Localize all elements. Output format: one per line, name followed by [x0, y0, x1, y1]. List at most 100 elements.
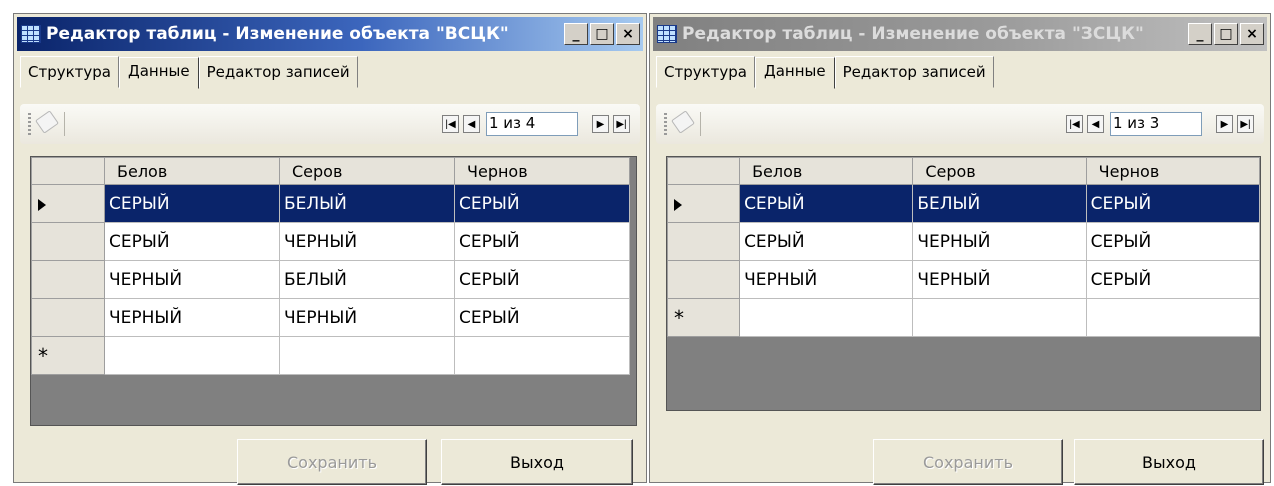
toolbar-grip[interactable] [28, 113, 31, 135]
next-record-button[interactable]: ▶ [592, 115, 609, 133]
row-header[interactable] [31, 260, 105, 299]
grid-cell[interactable]: ЧЕРНЫЙ [104, 298, 280, 337]
next-record-button[interactable]: ▶ [1216, 115, 1233, 133]
tab-strip: Структура Данные Редактор записей [656, 56, 994, 89]
toolbar-grip[interactable] [664, 113, 667, 135]
table-row[interactable]: СЕРЫЙ БЕЛЫЙ СЕРЫЙ [31, 184, 630, 223]
row-header[interactable] [667, 260, 741, 299]
grid-cell[interactable]: ЧЕРНЫЙ [912, 222, 1087, 261]
current-row-icon [38, 198, 46, 211]
close-button[interactable]: × [616, 23, 640, 45]
record-position-input[interactable]: 1 из 4 [486, 112, 578, 136]
grid-cell[interactable]: СЕРЫЙ [104, 222, 280, 261]
save-button[interactable]: Сохранить [873, 439, 1063, 485]
new-row[interactable]: * [667, 298, 1260, 337]
tab-record-editor[interactable]: Редактор записей [198, 56, 358, 88]
row-header[interactable] [31, 184, 105, 223]
tab-structure[interactable]: Структура [656, 56, 755, 88]
title-bar[interactable]: Редактор таблиц - Изменение объекта "ВСЦ… [17, 17, 643, 51]
table-editor-window-vsck: Редактор таблиц - Изменение объекта "ВСЦ… [13, 13, 647, 485]
title-bar[interactable]: Редактор таблиц - Изменение объекта "ЗСЦ… [653, 17, 1267, 51]
row-header[interactable] [31, 222, 105, 261]
grid-cell[interactable]: БЕЛЫЙ [279, 184, 455, 223]
grid-cell[interactable]: СЕРЫЙ [454, 298, 630, 337]
grid-cell[interactable] [912, 298, 1087, 337]
table-row[interactable]: ЧЕРНЫЙ ЧЕРНЫЙ СЕРЫЙ [31, 298, 630, 337]
close-button[interactable]: × [1240, 23, 1264, 45]
table-row[interactable]: ЧЕРНЫЙ БЕЛЫЙ СЕРЫЙ [31, 260, 630, 299]
toolbar-separator [700, 112, 701, 136]
grid-cell[interactable]: ЧЕРНЫЙ [279, 222, 455, 261]
data-grid[interactable]: Белов Серов Чернов СЕРЫЙ БЕЛЫЙ СЕРЫЙ СЕР… [30, 156, 637, 426]
minimize-button[interactable]: _ [1188, 23, 1212, 45]
exit-button[interactable]: Выход [441, 439, 633, 485]
minimize-button[interactable]: _ [564, 23, 588, 45]
corner-header [667, 157, 741, 185]
tab-record-editor[interactable]: Редактор записей [834, 56, 994, 88]
prev-record-button[interactable]: ◀ [1087, 115, 1104, 133]
grid-cell[interactable]: СЕРЫЙ [1085, 260, 1260, 299]
grid-cell[interactable]: СЕРЫЙ [104, 184, 280, 223]
grid-cell[interactable]: ЧЕРНЫЙ [739, 260, 914, 299]
tab-structure[interactable]: Структура [20, 56, 119, 88]
table-editor-window-zsck: Редактор таблиц - Изменение объекта "ЗСЦ… [649, 13, 1271, 485]
column-header-belov[interactable]: Белов [739, 157, 914, 185]
grid-cell[interactable]: СЕРЫЙ [454, 184, 630, 223]
first-record-button[interactable]: |◀ [1066, 115, 1083, 133]
grid-cell[interactable]: СЕРЫЙ [454, 260, 630, 299]
column-header-belov[interactable]: Белов [104, 157, 280, 185]
grid-cell[interactable]: ЧЕРНЫЙ [912, 260, 1087, 299]
row-header[interactable] [667, 222, 741, 261]
grid-cell[interactable] [104, 336, 280, 375]
column-header-serov[interactable]: Серов [279, 157, 455, 185]
maximize-button[interactable]: □ [590, 23, 614, 45]
header-row: Белов Серов Чернов [31, 157, 630, 185]
grid-cell[interactable]: СЕРЫЙ [1085, 184, 1260, 223]
exit-button[interactable]: Выход [1074, 439, 1264, 485]
row-header[interactable] [667, 184, 741, 223]
current-row-icon [674, 198, 682, 211]
table-row[interactable]: СЕРЫЙ БЕЛЫЙ СЕРЫЙ [667, 184, 1260, 223]
eraser-icon[interactable] [35, 110, 59, 134]
window-title: Редактор таблиц - Изменение объекта "ЗСЦ… [682, 24, 1144, 44]
table-icon [657, 25, 677, 43]
grid-cell[interactable] [279, 336, 455, 375]
navigator-toolbar: |◀ ◀ 1 из 4 ▶ ▶| [20, 104, 640, 144]
grid-cell[interactable]: БЕЛЫЙ [912, 184, 1087, 223]
column-header-chernov[interactable]: Чернов [454, 157, 630, 185]
save-button[interactable]: Сохранить [237, 439, 427, 485]
record-position-input[interactable]: 1 из 3 [1110, 112, 1202, 136]
grid-cell[interactable] [1085, 298, 1260, 337]
grid-cell[interactable]: ЧЕРНЫЙ [279, 298, 455, 337]
prev-record-button[interactable]: ◀ [463, 115, 480, 133]
grid-cell[interactable]: СЕРЫЙ [739, 222, 914, 261]
new-row-marker[interactable]: * [31, 336, 105, 375]
column-header-chernov[interactable]: Чернов [1085, 157, 1260, 185]
table-row[interactable]: СЕРЫЙ ЧЕРНЫЙ СЕРЫЙ [31, 222, 630, 261]
tab-data[interactable]: Данные [755, 57, 835, 89]
grid-cell[interactable]: СЕРЫЙ [454, 222, 630, 261]
tab-data[interactable]: Данные [119, 57, 199, 89]
header-row: Белов Серов Чернов [667, 157, 1260, 185]
new-row-marker[interactable]: * [667, 298, 741, 337]
data-grid[interactable]: Белов Серов Чернов СЕРЫЙ БЕЛЫЙ СЕРЫЙ СЕР… [666, 156, 1261, 411]
first-record-button[interactable]: |◀ [442, 115, 459, 133]
column-header-serov[interactable]: Серов [912, 157, 1087, 185]
last-record-button[interactable]: ▶| [1237, 115, 1254, 133]
toolbar-separator [64, 112, 65, 136]
eraser-icon[interactable] [671, 110, 695, 134]
window-title: Редактор таблиц - Изменение объекта "ВСЦ… [46, 24, 509, 44]
table-row[interactable]: СЕРЫЙ ЧЕРНЫЙ СЕРЫЙ [667, 222, 1260, 261]
grid-cell[interactable]: СЕРЫЙ [739, 184, 914, 223]
table-row[interactable]: ЧЕРНЫЙ ЧЕРНЫЙ СЕРЫЙ [667, 260, 1260, 299]
grid-cell[interactable]: ЧЕРНЫЙ [104, 260, 280, 299]
new-row[interactable]: * [31, 336, 630, 375]
grid-cell[interactable] [739, 298, 914, 337]
row-header[interactable] [31, 298, 105, 337]
grid-cell[interactable]: БЕЛЫЙ [279, 260, 455, 299]
maximize-button[interactable]: □ [1214, 23, 1238, 45]
grid-cell[interactable]: СЕРЫЙ [1085, 222, 1260, 261]
table-icon [21, 25, 41, 43]
last-record-button[interactable]: ▶| [613, 115, 630, 133]
grid-cell[interactable] [454, 336, 630, 375]
